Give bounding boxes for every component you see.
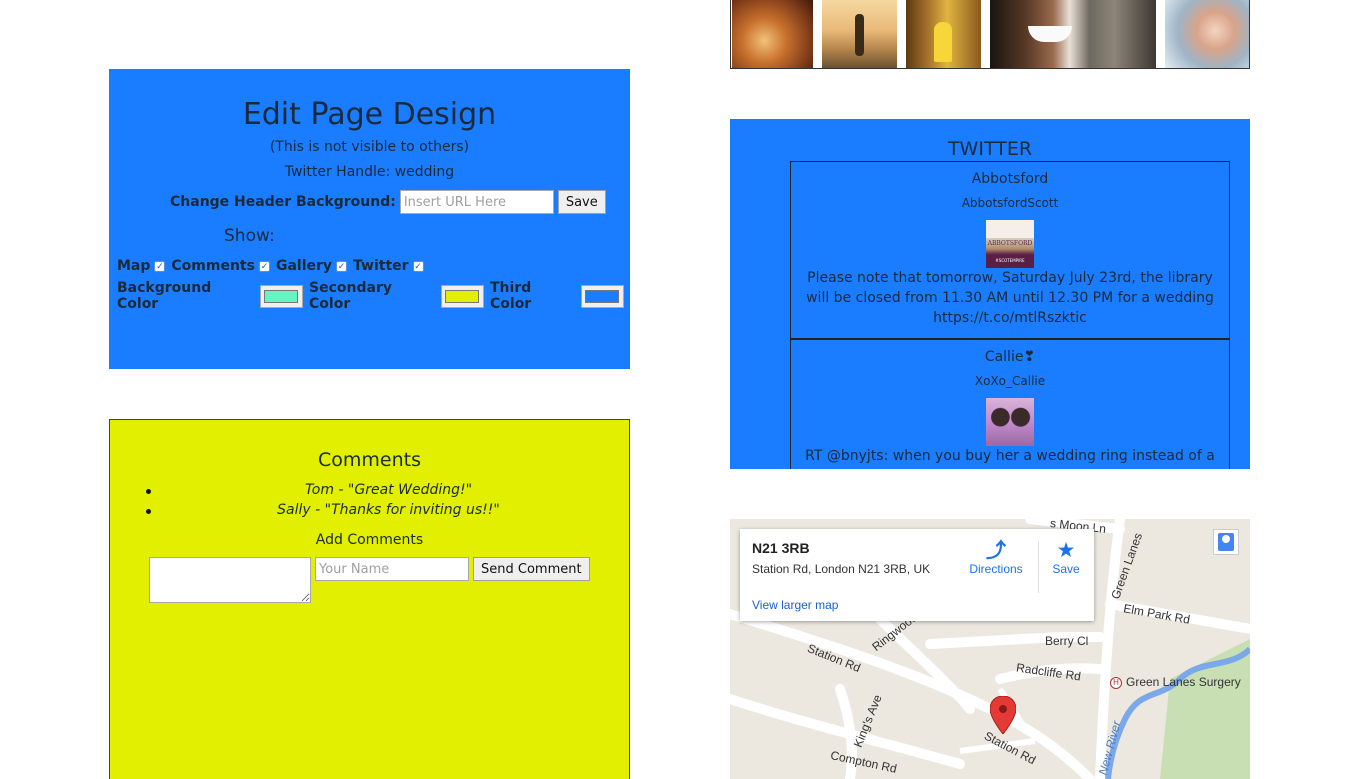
tweet-avatar [986, 398, 1034, 446]
yellow-dress-photo[interactable] [906, 0, 981, 68]
tweet-author-name: Callie❣ [984, 349, 1036, 365]
comments-panel: Comments Tom - "Great Wedding!" Sally - … [109, 419, 630, 779]
send-comment-button[interactable]: Send Comment [473, 557, 590, 581]
show-label: Show: [224, 226, 275, 246]
edit-design-subtitle: (This is not visible to others) [269, 139, 470, 155]
twitter-title: TWITTER [947, 138, 1033, 160]
map-save-label: Save [1052, 562, 1080, 576]
background-color-label: Background Color [117, 280, 212, 312]
tweet-avatar [986, 220, 1034, 268]
secondary-color-label: Secondary Color [309, 280, 392, 312]
edit-design-title: Edit Page Design [242, 97, 497, 132]
comments-title: Comments [318, 449, 421, 471]
third-color-swatch [585, 289, 620, 303]
tweet-card: Callie❣ XoXo_Callie RT @bnyjts: when you… [790, 339, 1230, 469]
tweet-card: Abbotsford AbbotsfordScott Please note t… [790, 161, 1230, 339]
third-color-picker[interactable] [580, 284, 624, 308]
toggle-gallery-label: Gallery [275, 258, 333, 274]
header-background-row: Change Header Background: Save [170, 190, 606, 214]
tweet-text: RT @bnyjts: when you buy her a wedding r… [805, 448, 1215, 469]
third-color-label: Third Color [490, 280, 532, 312]
man-with-cat-photo[interactable] [989, 0, 1156, 68]
toggle-twitter-checkbox[interactable]: ✓ [412, 260, 424, 272]
toggle-map-label: Map [117, 258, 151, 274]
tweet-author-handle: XoXo_Callie [974, 374, 1046, 388]
bicycle-girl-photo[interactable] [822, 0, 898, 68]
map-info-card: N21 3RB Station Rd, London N21 3RB, UK V… [740, 529, 1094, 621]
directions-button[interactable]: ⤴ Directions [966, 540, 1026, 576]
toggle-twitter-label: Twitter [353, 258, 409, 274]
star-icon: ★ [1056, 539, 1076, 562]
toggle-comments-label: Comments [171, 258, 255, 274]
map-place-address: Station Rd, London N21 3RB, UK [752, 562, 931, 576]
place-label: Green Lanes Surgery [1126, 675, 1241, 689]
add-comments-label: Add Comments [315, 532, 424, 548]
map-pin-icon[interactable] [990, 696, 1016, 734]
save-header-button[interactable]: Save [557, 190, 606, 214]
hospital-icon: H [1110, 677, 1122, 689]
toggle-gallery-checkbox[interactable]: ✓ [336, 260, 348, 272]
secondary-color-picker[interactable] [440, 284, 484, 308]
autumn-leaves-photo[interactable] [732, 0, 814, 68]
color-pickers: Background Color Secondary Color Third C… [117, 280, 630, 312]
secondary-color-swatch [445, 289, 480, 303]
section-toggles: Map ✓ Comments ✓ Gallery ✓ Twitter ✓ [117, 258, 430, 274]
toggle-map-checkbox[interactable]: ✓ [154, 260, 166, 272]
tweet-author-name: Abbotsford [971, 171, 1049, 187]
edit-design-panel: Edit Page Design (This is not visible to… [109, 69, 630, 369]
map-save-button[interactable]: ★ Save [1046, 539, 1086, 577]
twitter-panel: TWITTER Abbotsford AbbotsfordScott Pleas… [730, 119, 1250, 469]
map-embed[interactable]: Station Rd Station Rd Ringwood Radcliffe… [730, 519, 1250, 779]
header-background-label: Change Header Background: [170, 194, 396, 210]
map-card-divider [1038, 541, 1039, 593]
directions-icon: ⤴ [986, 540, 1006, 562]
background-color-picker[interactable] [259, 284, 304, 308]
comment-item: Sally - "Thanks for inviting us!!" [146, 502, 631, 522]
background-color-swatch [264, 289, 299, 303]
comment-form: Send Comment [149, 557, 590, 603]
twitter-handle-text: Twitter Handle: wedding [284, 164, 455, 180]
header-url-input[interactable] [399, 190, 554, 214]
name-input[interactable] [315, 557, 469, 581]
map-place-title: N21 3RB [752, 540, 810, 556]
street-label: Berry Cl [1045, 634, 1089, 648]
child-portrait-photo[interactable] [1164, 0, 1249, 68]
directions-label: Directions [969, 562, 1023, 576]
pegman-icon[interactable] [1213, 529, 1239, 555]
toggle-comments-checkbox[interactable]: ✓ [258, 260, 270, 272]
comment-item: Tom - "Great Wedding!" [146, 482, 631, 502]
tweet-text: Please note that tomorrow, Saturday July… [806, 270, 1214, 326]
comment-list: Tom - "Great Wedding!" Sally - "Thanks f… [146, 482, 631, 522]
tweet-author-handle: AbbotsfordScott [961, 196, 1059, 210]
photo-gallery [730, 0, 1250, 69]
view-larger-map-link[interactable]: View larger map [752, 598, 838, 612]
comment-textarea[interactable] [149, 557, 311, 603]
